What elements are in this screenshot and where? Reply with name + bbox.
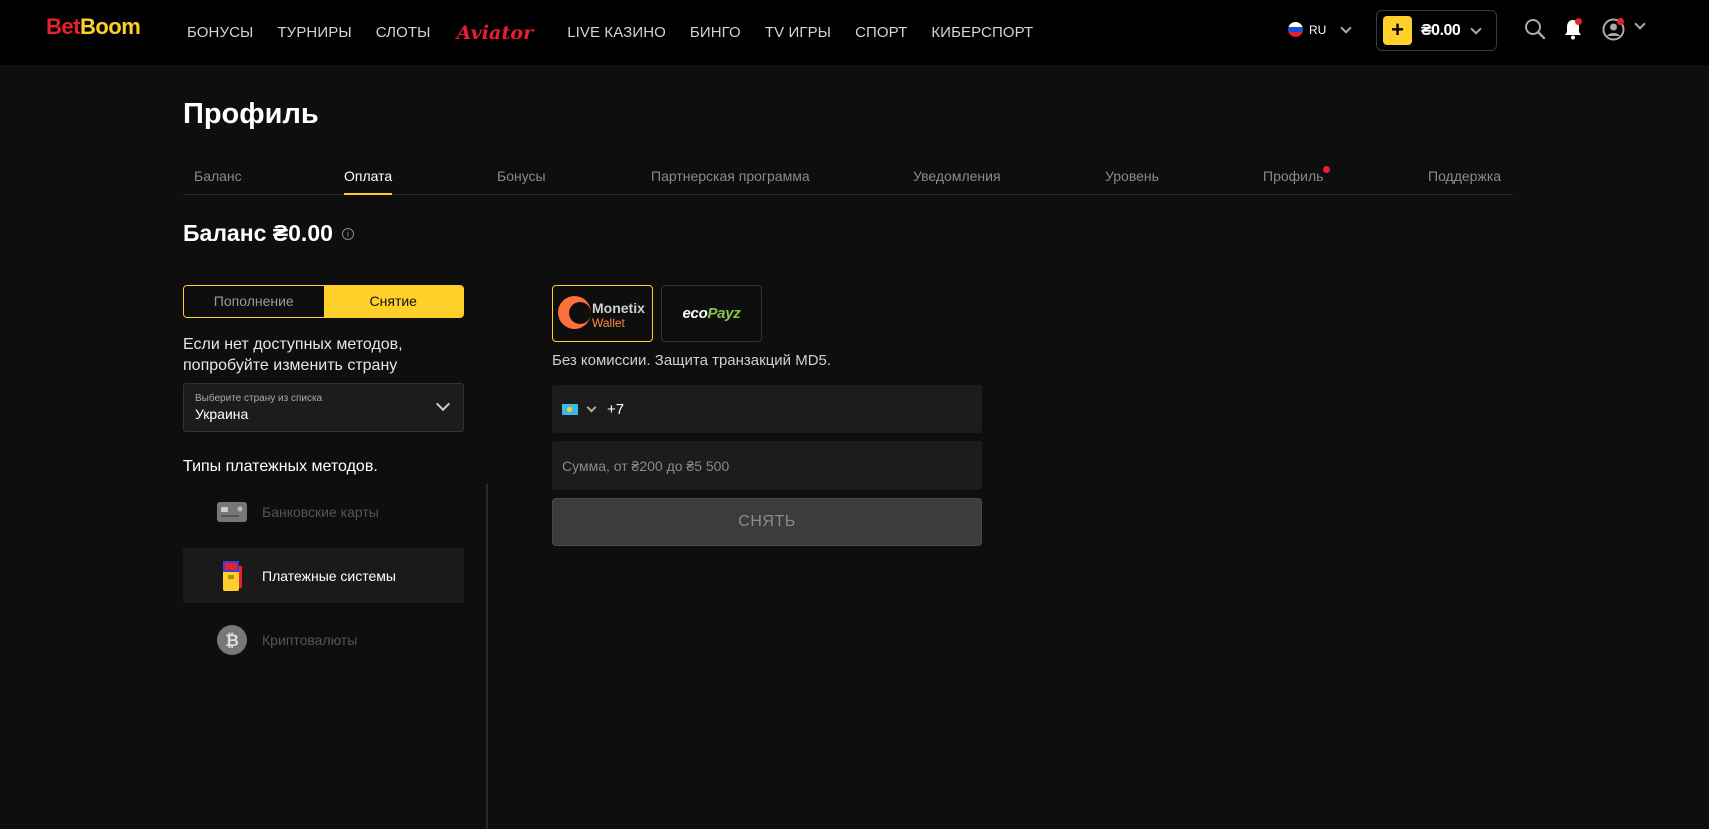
- tab-notifications[interactable]: Уведомления: [913, 168, 1001, 184]
- country-select[interactable]: Выберите страну из списка Украина: [183, 383, 464, 432]
- nav-item-sport[interactable]: СПОРТ: [855, 24, 907, 41]
- tab-balance[interactable]: Баланс: [194, 168, 242, 184]
- method-payment-systems[interactable]: Платежные системы: [183, 548, 464, 603]
- profile-tabs: Баланс Оплата Бонусы Партнерская програм…: [183, 152, 1513, 195]
- deposit-tab-button[interactable]: Пополнение: [184, 286, 324, 317]
- page-title: Профиль: [183, 98, 319, 130]
- nav-item-bingo[interactable]: БИНГО: [690, 24, 741, 41]
- svg-text:₿: ₿: [225, 631, 239, 651]
- main-nav: БОНУСЫ ТУРНИРЫ СЛОТЫ Aviator LIVE КАЗИНО…: [187, 0, 1057, 65]
- method-label: Банковские карты: [262, 503, 379, 520]
- amount-input[interactable]: [552, 441, 982, 490]
- russia-flag-icon: [1288, 22, 1303, 37]
- country-hint-text: Если нет доступных методов, попробуйте и…: [183, 336, 403, 374]
- nav-item-live-casino[interactable]: LIVE КАЗИНО: [567, 24, 666, 41]
- monetix-subname: Wallet: [592, 316, 625, 330]
- chevron-down-icon: [1470, 22, 1482, 35]
- nav-item-aviator[interactable]: Aviator: [457, 22, 534, 44]
- wallet-balance: ₴0.00: [1421, 21, 1461, 39]
- tab-level[interactable]: Уровень: [1105, 168, 1159, 184]
- monetix-name: Monetix: [592, 300, 645, 316]
- wallet-button[interactable]: + ₴0.00: [1376, 10, 1497, 51]
- profile-tab-alert-dot: [1323, 166, 1330, 173]
- nav-item-tournaments[interactable]: ТУРНИРЫ: [277, 24, 351, 41]
- monetix-logo-icon: [558, 296, 591, 329]
- betboom-logo[interactable]: BetBoom: [46, 14, 141, 40]
- profile-alert-dot: [1617, 18, 1624, 25]
- phone-input[interactable]: +7: [552, 385, 982, 433]
- provider-monetix-wallet[interactable]: Monetix Wallet: [552, 285, 653, 342]
- nav-item-tv-games[interactable]: TV ИГРЫ: [765, 24, 831, 41]
- provider-ecopayz[interactable]: ecoPayz: [661, 285, 762, 342]
- tab-bonuses[interactable]: Бонусы: [497, 168, 546, 184]
- ecopayz-logo: ecoPayz: [682, 305, 741, 322]
- tab-support[interactable]: Поддержка: [1428, 168, 1501, 184]
- language-code: RU: [1309, 22, 1327, 37]
- deposit-withdraw-toggle: Пополнение Снятие: [183, 285, 464, 318]
- balance-heading: Баланс ₴0.00 i: [183, 220, 354, 247]
- chevron-down-icon: [1340, 21, 1353, 34]
- tab-partner-program[interactable]: Партнерская программа: [651, 168, 810, 184]
- chevron-down-icon[interactable]: [586, 402, 597, 412]
- payment-types-title: Типы платежных методов.: [183, 458, 378, 475]
- bank-card-icon: [216, 496, 248, 528]
- info-icon[interactable]: i: [341, 227, 354, 240]
- kazakhstan-flag-icon[interactable]: [562, 403, 578, 415]
- bell-icon[interactable]: [1563, 18, 1583, 45]
- method-crypto[interactable]: ₿ Криптовалюты: [183, 612, 464, 667]
- country-select-value: Украина: [195, 406, 249, 422]
- payment-terminal-icon: [216, 560, 248, 592]
- nav-item-esports[interactable]: КИБЕРСПОРТ: [931, 24, 1033, 41]
- tab-profile[interactable]: Профиль: [1263, 168, 1323, 184]
- chevron-down-icon: [435, 396, 451, 412]
- user-menu[interactable]: [1602, 18, 1646, 46]
- method-bank-cards[interactable]: Банковские карты: [183, 484, 464, 539]
- nav-item-slots[interactable]: СЛОТЫ: [376, 24, 431, 41]
- nav-item-bonuses[interactable]: БОНУСЫ: [187, 24, 253, 41]
- phone-code: +7: [607, 400, 625, 418]
- withdraw-tab-button[interactable]: Снятие: [323, 286, 463, 317]
- country-select-label: Выберите страну из списка: [195, 393, 323, 404]
- chevron-down-icon: [1634, 18, 1646, 30]
- no-fee-text: Без комиссии. Защита транзакций MD5.: [552, 352, 832, 369]
- bitcoin-icon: ₿: [216, 624, 248, 656]
- deposit-plus-button[interactable]: +: [1383, 16, 1412, 45]
- search-icon[interactable]: [1524, 18, 1546, 45]
- notification-dot: [1575, 18, 1582, 25]
- withdraw-button[interactable]: СНЯТЬ: [552, 498, 982, 546]
- language-selector[interactable]: RU: [1288, 21, 1353, 37]
- balance-value: Баланс ₴0.00: [183, 220, 333, 246]
- vertical-divider: [486, 484, 488, 829]
- tab-payment[interactable]: Оплата: [344, 168, 393, 195]
- method-label: Платежные системы: [262, 567, 396, 584]
- top-bar: BetBoom БОНУСЫ ТУРНИРЫ СЛОТЫ Aviator LIV…: [0, 0, 1709, 65]
- method-label: Криптовалюты: [262, 631, 358, 648]
